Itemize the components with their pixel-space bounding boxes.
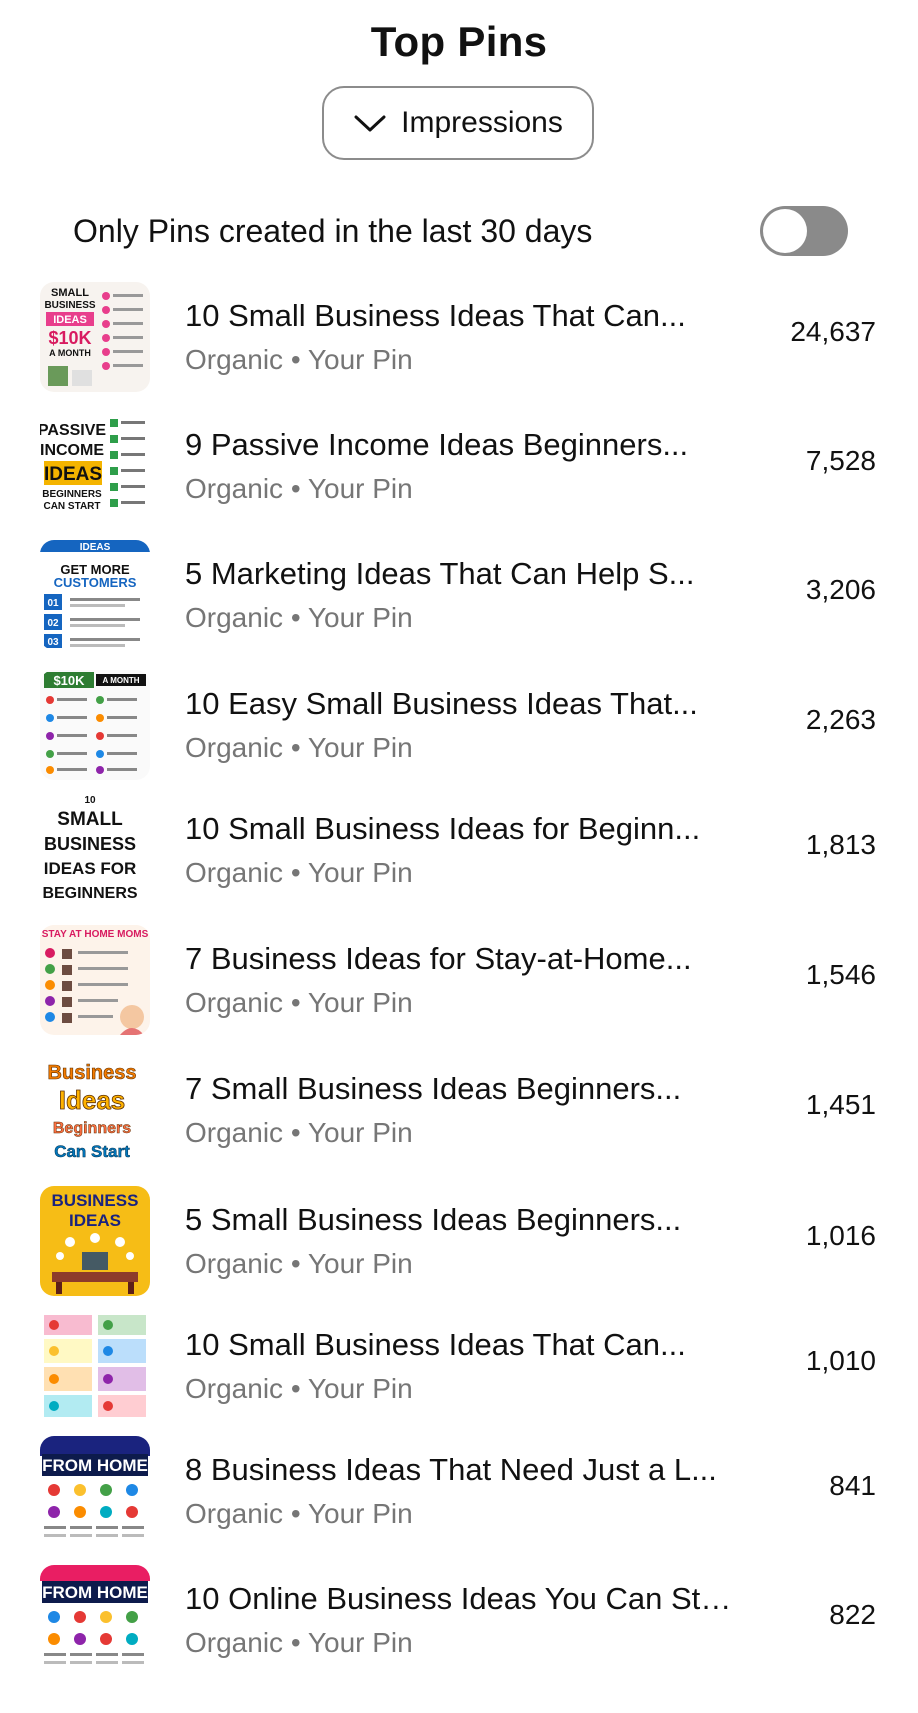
pin-impressions: 841 [829,1470,876,1501]
list-item[interactable]: SMALL BUSINESS IDEAS $10K A MONTH 10 Sma… [0,282,918,392]
thumb-text: 10 [84,795,96,806]
pin-title: 7 Small Business Ideas Beginners... [185,1071,682,1106]
pin-title: 7 Business Ideas for Stay-at-Home... [185,941,692,976]
pin-thumbnail: PASSIVE INCOME IDEAS BEGINNERS CAN START [40,411,150,521]
pin-source: Organic • Your Pin [185,602,413,633]
pin-source: Organic • Your Pin [185,1498,413,1529]
pin-impressions: 7,528 [805,445,876,476]
pin-thumbnail: Business Ideas Beginners Can Start [40,1055,150,1165]
thumb-text: 03 [47,637,59,648]
pin-title: 10 Small Business Ideas That Can... [185,298,686,333]
pin-source: Organic • Your Pin [185,1117,413,1148]
metric-dropdown-label: Impressions [401,106,563,139]
thumb-text: 01 [47,598,59,609]
chevron-down-icon [354,115,386,132]
thumb-text: STAY AT HOME MOMS [42,929,149,940]
pin-source: Organic • Your Pin [185,1627,413,1658]
recent-pins-filter: Only Pins created in the last 30 days [73,206,848,256]
pin-thumbnail [40,1311,150,1421]
pin-source: Organic • Your Pin [185,1373,413,1404]
thumb-text: BUSINESS [44,834,136,854]
thumb-text: IDEAS [44,464,102,485]
recent-pins-toggle[interactable] [760,206,848,256]
thumb-text: BUSINESS [52,1191,139,1210]
pin-thumbnail: BUSINESS IDEAS [40,1186,150,1296]
pin-thumbnail: IDEAS GET MORE CUSTOMERS 01 02 03 [40,540,150,650]
list-item[interactable]: $10K A MONTH 10 Easy Small Business Idea… [0,670,918,780]
list-item[interactable]: STAY AT HOME MOMS 7 Business Ideas for S… [0,925,918,1035]
pin-title: 8 Business Ideas That Need Just a L... [185,1452,717,1487]
thumb-text: CAN START [43,501,100,512]
pin-impressions: 1,813 [805,829,876,860]
pin-impressions: 822 [829,1599,876,1630]
pin-source: Organic • Your Pin [185,1248,413,1279]
list-item[interactable]: PASSIVE INCOME IDEAS BEGINNERS CAN START… [0,411,918,521]
thumb-text: FROM HOME [42,1456,148,1475]
thumb-text: IDEAS [53,314,87,326]
thumb-text: SMALL [51,287,89,299]
thumb-text: $10K [53,673,85,688]
thumb-text: BEGINNERS [42,885,137,902]
metric-dropdown[interactable]: Impressions [322,86,594,160]
thumb-text: IDEAS [80,542,111,553]
pin-impressions: 2,263 [805,704,876,735]
pin-source: Organic • Your Pin [185,473,413,504]
list-item[interactable]: IDEAS GET MORE CUSTOMERS 01 02 03 5 Mark… [0,540,918,650]
pin-title: 5 Marketing Ideas That Can Help S... [185,556,695,591]
pin-title: 10 Small Business Ideas for Beginn... [185,811,701,846]
thumb-text: Can Start [54,1142,130,1161]
pin-thumbnail: FROM HOME [40,1436,150,1546]
pin-title: 5 Small Business Ideas Beginners... [185,1202,682,1237]
thumb-text: IDEAS [69,1211,121,1230]
list-item[interactable]: 10 SMALL BUSINESS IDEAS FOR BEGINNERS 10… [0,795,918,905]
thumb-text: BEGINNERS [42,489,102,500]
pin-impressions: 1,016 [805,1220,876,1251]
thumb-text: PASSIVE [40,422,106,439]
pin-title: 9 Passive Income Ideas Beginners... [185,427,689,462]
pin-thumbnail: FROM HOME [40,1565,150,1675]
thumb-text: INCOME [40,442,104,459]
thumb-text: FROM HOME [42,1583,148,1602]
pin-thumbnail: STAY AT HOME MOMS [40,925,150,1035]
thumb-text: SMALL [57,809,123,830]
pin-source: Organic • Your Pin [185,857,413,888]
list-item[interactable]: 10 Small Business Ideas That Can... Orga… [0,1311,918,1421]
list-item[interactable]: FROM HOME 10 Online Business Ideas You C… [0,1565,918,1675]
list-item[interactable]: BUSINESS IDEAS 5 Small Business Ideas Be… [0,1186,918,1296]
pin-impressions: 1,010 [805,1345,876,1376]
thumb-text: BUSINESS [44,300,95,311]
thumb-text: A MONTH [49,348,91,358]
pin-impressions: 24,637 [790,316,876,347]
list-item[interactable]: Business Ideas Beginners Can Start 7 Sma… [0,1055,918,1165]
thumb-text: CUSTOMERS [54,575,137,590]
thumb-text: A MONTH [102,676,139,685]
page-title: Top Pins [370,18,548,65]
pin-title: 10 Easy Small Business Ideas That... [185,686,698,721]
thumb-text: 02 [47,618,59,629]
pin-source: Organic • Your Pin [185,987,413,1018]
toggle-knob [763,209,807,253]
filter-label: Only Pins created in the last 30 days [73,212,593,249]
pin-thumbnail: $10K A MONTH [40,670,150,780]
thumb-text: Beginners [53,1120,131,1137]
pin-impressions: 1,546 [805,959,876,990]
pin-impressions: 1,451 [805,1089,876,1120]
thumb-text: $10K [48,328,91,348]
pin-thumbnail: 10 SMALL BUSINESS IDEAS FOR BEGINNERS [40,795,150,905]
thumb-text: IDEAS FOR [44,859,137,878]
list-item[interactable]: FROM HOME 8 Business Ideas That Need Jus… [0,1436,918,1546]
pin-thumbnail: SMALL BUSINESS IDEAS $10K A MONTH [40,282,150,392]
pin-source: Organic • Your Pin [185,732,413,763]
pin-impressions: 3,206 [805,574,876,605]
pin-title: 10 Online Business Ideas You Can Start..… [185,1581,745,1616]
pin-title: 10 Small Business Ideas That Can... [185,1327,686,1362]
thumb-text: Business [48,1062,137,1084]
pin-source: Organic • Your Pin [185,344,413,375]
thumb-text: Ideas [59,1085,126,1115]
